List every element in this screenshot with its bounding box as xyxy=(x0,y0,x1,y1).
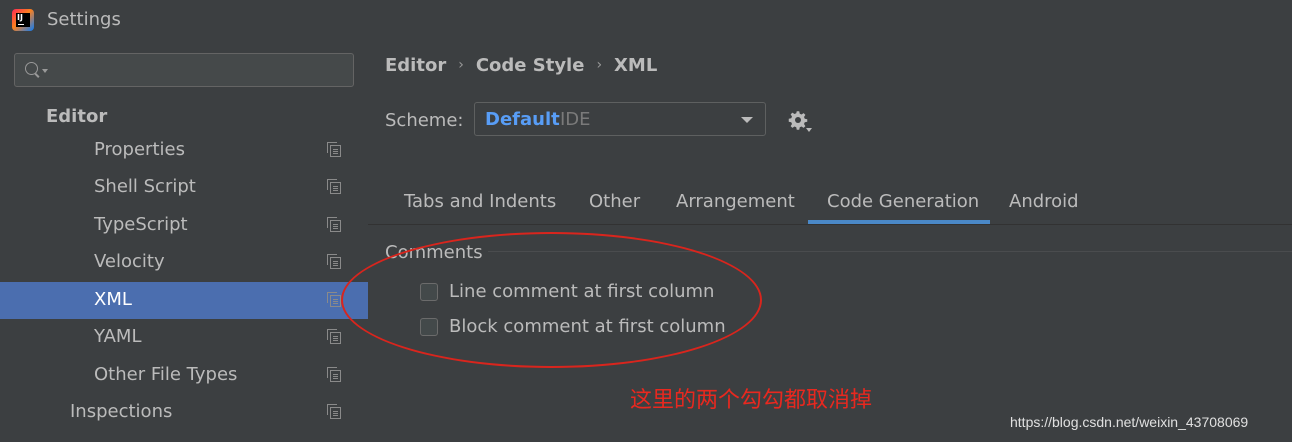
sidebar-item-label: Inspections xyxy=(70,401,173,422)
sidebar-item-label: XML xyxy=(94,289,132,310)
sidebar-item-label: Velocity xyxy=(94,251,165,272)
gear-icon[interactable] xyxy=(788,110,808,130)
breadcrumb-separator: › xyxy=(596,57,603,73)
intellij-app-icon: IJ xyxy=(12,9,34,31)
project-scope-icon xyxy=(327,217,341,232)
scheme-label: Scheme: xyxy=(385,110,464,131)
sidebar-item-label: Other File Types xyxy=(94,364,238,385)
sidebar-item-label: Shell Script xyxy=(94,176,196,197)
scheme-kind: IDE xyxy=(560,109,591,130)
block-comment-checkbox[interactable] xyxy=(420,318,438,336)
sidebar-item-velocity[interactable]: Velocity xyxy=(0,244,368,281)
sidebar-item-inspections[interactable]: Inspections xyxy=(0,394,368,431)
project-scope-icon xyxy=(327,254,341,269)
tab-other[interactable]: Other xyxy=(589,191,640,212)
project-scope-icon xyxy=(327,292,341,307)
settings-sidebar: Editor Properties Shell Script TypeScrip… xyxy=(0,42,368,442)
gear-dropdown-icon xyxy=(806,128,812,132)
project-scope-icon xyxy=(327,367,341,382)
tab-arrangement[interactable]: Arrangement xyxy=(676,191,795,212)
tab-bar: Tabs and Indents Other Arrangement Code … xyxy=(368,182,1292,225)
title-bar: IJ Settings xyxy=(0,0,1292,42)
sidebar-item-typescript[interactable]: TypeScript xyxy=(0,207,368,244)
sidebar-item-label: Properties xyxy=(94,139,185,160)
sidebar-item-label: Editor xyxy=(46,106,108,127)
tab-android[interactable]: Android xyxy=(1009,191,1079,212)
project-scope-icon xyxy=(327,142,341,157)
block-comment-label[interactable]: Block comment at first column xyxy=(449,316,726,337)
scheme-name: Default xyxy=(485,109,560,130)
sidebar-item-yaml[interactable]: YAML xyxy=(0,319,368,356)
sidebar-item-other-file-types[interactable]: Other File Types xyxy=(0,357,368,394)
project-scope-icon xyxy=(327,329,341,344)
comments-group-title: Comments xyxy=(385,242,483,263)
breadcrumb-item-editor[interactable]: Editor xyxy=(385,55,446,76)
breadcrumb-separator: › xyxy=(458,57,464,73)
sidebar-item-label: TypeScript xyxy=(94,214,188,235)
breadcrumb-item-xml: XML xyxy=(614,55,658,76)
scheme-dropdown[interactable]: Default IDE xyxy=(474,102,766,136)
annotation-text: 这里的两个勾勾都取消掉 xyxy=(630,388,873,413)
active-tab-indicator xyxy=(808,220,990,224)
tab-tabs-and-indents[interactable]: Tabs and Indents xyxy=(404,191,556,212)
sidebar-item-label: YAML xyxy=(94,326,142,347)
search-icon[interactable] xyxy=(25,62,38,75)
sidebar-item-editor[interactable]: Editor xyxy=(0,99,368,136)
sidebar-item-xml[interactable]: XML xyxy=(0,282,368,319)
line-comment-checkbox[interactable] xyxy=(420,283,438,301)
tab-code-generation[interactable]: Code Generation xyxy=(827,191,979,212)
search-history-dropdown-icon[interactable] xyxy=(42,69,48,73)
watermark: https://blog.csdn.net/weixin_43708069 xyxy=(1010,414,1249,430)
chevron-down-icon xyxy=(741,117,753,123)
search-input[interactable] xyxy=(14,53,354,87)
line-comment-label[interactable]: Line comment at first column xyxy=(449,281,714,302)
breadcrumb: Editor › Code Style › XML xyxy=(385,55,657,76)
sidebar-item-shell-script[interactable]: Shell Script xyxy=(0,169,368,206)
group-divider xyxy=(488,251,1292,252)
window-title: Settings xyxy=(47,9,121,30)
project-scope-icon xyxy=(327,404,341,419)
sidebar-item-properties[interactable]: Properties xyxy=(0,132,368,169)
project-scope-icon xyxy=(327,179,341,194)
breadcrumb-item-code-style[interactable]: Code Style xyxy=(476,55,585,76)
